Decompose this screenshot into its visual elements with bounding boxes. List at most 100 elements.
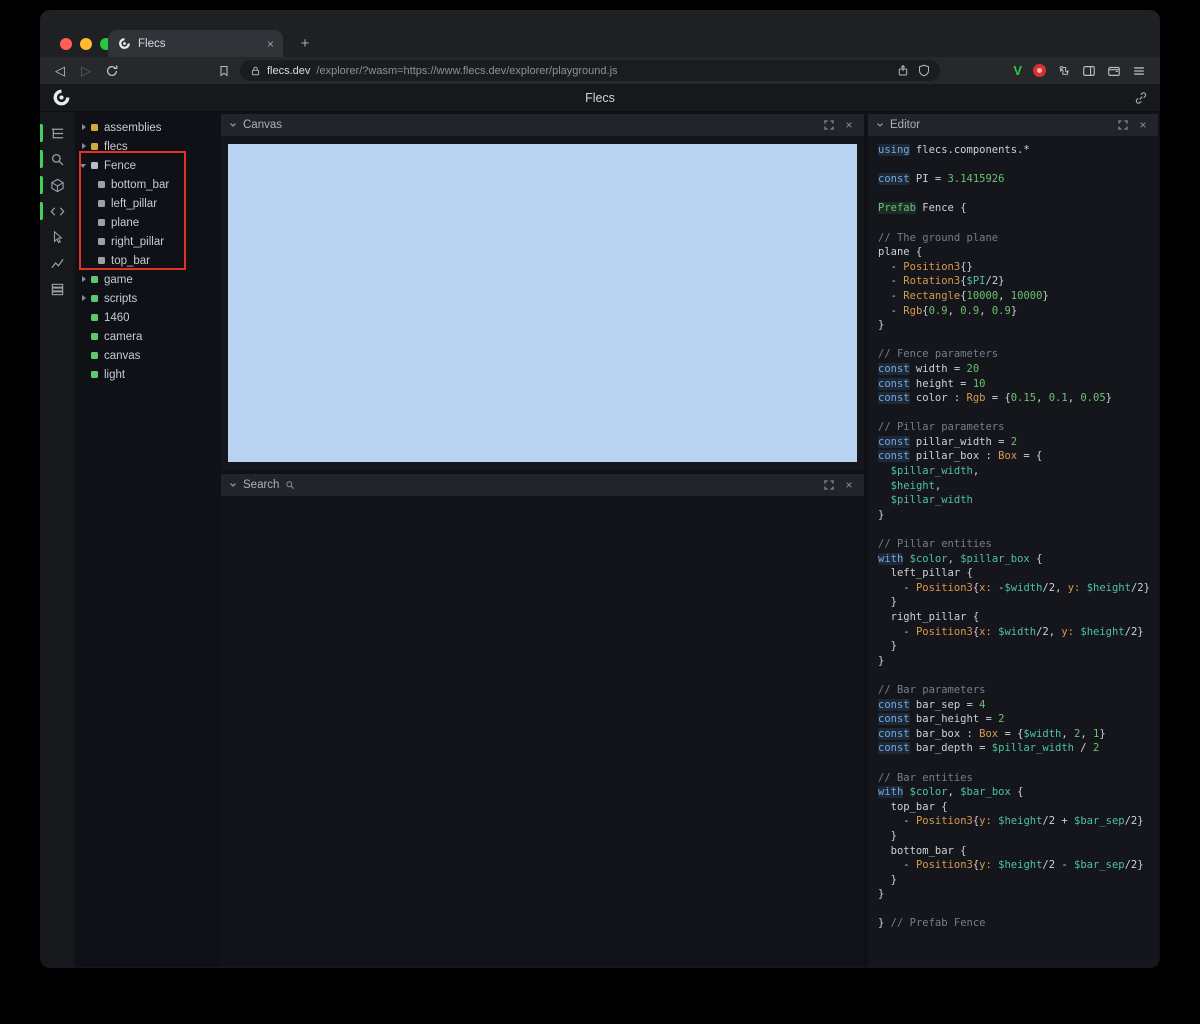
entity-square-icon	[91, 333, 98, 340]
app-header: Flecs	[40, 84, 1160, 112]
entity-square-icon	[98, 238, 105, 245]
canvas-pointer-icon[interactable]	[40, 224, 75, 250]
search-icon	[285, 480, 295, 490]
share-icon[interactable]	[897, 64, 909, 77]
collapse-chevron-icon[interactable]	[876, 121, 884, 129]
expand-icon[interactable]	[1116, 118, 1130, 132]
tree-expand-arrow-icon[interactable]	[80, 142, 89, 151]
search-panel-title: Search	[243, 479, 280, 491]
address-bar[interactable]: flecs.dev/explorer/?wasm=https://www.fle…	[240, 60, 940, 81]
close-icon[interactable]: ×	[842, 118, 856, 132]
tree-item-assemblies[interactable]: assemblies	[75, 118, 221, 137]
tree-item-bottom_bar[interactable]: bottom_bar	[75, 175, 221, 194]
tree-item-top_bar[interactable]: top_bar	[75, 251, 221, 270]
tree-item-camera[interactable]: camera	[75, 327, 221, 346]
browser-tab[interactable]: Flecs ×	[108, 30, 283, 57]
close-window-button[interactable]	[60, 38, 72, 50]
forward-icon[interactable]: ▷	[76, 64, 96, 77]
url-path: /explorer/?wasm=https://www.flecs.dev/ex…	[316, 64, 618, 77]
tree-item-label: bottom_bar	[111, 178, 170, 191]
red-extension-icon[interactable]	[1033, 64, 1046, 77]
tree-expand-arrow-icon[interactable]	[80, 275, 89, 284]
stats-chart-icon[interactable]	[40, 250, 75, 276]
canvas-3d-view[interactable]	[228, 144, 857, 462]
url-domain: flecs.dev	[267, 64, 311, 77]
tree-item-label: top_bar	[111, 254, 151, 267]
v-extension-icon[interactable]: V	[1013, 63, 1022, 78]
window-controls	[60, 38, 112, 50]
shield-icon[interactable]	[918, 64, 930, 77]
tree-item-label: light	[104, 368, 126, 381]
browser-toolbar: ◁ ▷ flecs.dev/explorer/?wasm=https://www…	[40, 57, 1160, 84]
search-panel: Search ×	[221, 474, 864, 967]
script-editor-icon[interactable]	[40, 198, 75, 224]
memory-icon[interactable]	[40, 276, 75, 302]
tree-item-label: left_pillar	[111, 197, 158, 210]
tree-item-1460[interactable]: 1460	[75, 308, 221, 327]
bookmark-icon[interactable]	[214, 64, 234, 78]
entity-tree: assemblies flecs Fence bottom_bar left_pilla…	[75, 112, 221, 967]
tab-close-icon[interactable]: ×	[267, 37, 274, 51]
wallet-icon[interactable]	[1107, 64, 1121, 78]
collapse-chevron-icon[interactable]	[229, 481, 237, 489]
canvas-panel-title: Canvas	[243, 119, 282, 131]
back-icon[interactable]: ◁	[50, 64, 70, 77]
tree-item-light[interactable]: light	[75, 365, 221, 384]
center-column: Canvas × Search ×	[221, 114, 864, 967]
tree-item-label: plane	[111, 216, 140, 229]
entity-inspector-icon[interactable]	[40, 172, 75, 198]
entity-square-icon	[91, 371, 98, 378]
tree-arrow-spacer	[80, 351, 89, 360]
lock-icon	[250, 65, 261, 77]
tree-item-scripts[interactable]: scripts	[75, 289, 221, 308]
entity-square-icon	[91, 124, 98, 131]
editor-code[interactable]: using flecs.components.* const PI = 3.14…	[868, 136, 1158, 967]
entity-square-icon	[91, 162, 98, 169]
entity-square-icon	[98, 200, 105, 207]
page-title: Flecs	[585, 90, 615, 105]
extensions-puzzle-icon[interactable]	[1057, 64, 1071, 78]
search-panel-body[interactable]	[221, 496, 864, 967]
canvas-panel-body	[221, 136, 864, 470]
entity-tree-icon[interactable]	[40, 120, 75, 146]
new-tab-button[interactable]: +	[296, 35, 314, 52]
entity-square-icon	[98, 181, 105, 188]
editor-panel-title: Editor	[890, 119, 921, 131]
tree-expand-arrow-icon[interactable]	[80, 123, 89, 132]
entity-square-icon	[91, 295, 98, 302]
tree-item-flecs[interactable]: flecs	[75, 137, 221, 156]
minimize-window-button[interactable]	[80, 38, 92, 50]
browser-window: Flecs × + ◁ ▷ flecs.dev/explorer/?wasm=h…	[40, 10, 1160, 968]
collapse-chevron-icon[interactable]	[229, 121, 237, 129]
tree-item-label: canvas	[104, 349, 141, 362]
tree-item-label: Fence	[104, 159, 136, 172]
app-body: assemblies flecs Fence bottom_bar left_pilla…	[40, 112, 1160, 967]
expand-icon[interactable]	[822, 478, 836, 492]
entity-square-icon	[91, 352, 98, 359]
close-icon[interactable]: ×	[1136, 118, 1150, 132]
entity-square-icon	[98, 219, 105, 226]
reload-icon[interactable]	[102, 64, 122, 78]
menu-icon[interactable]	[1132, 64, 1146, 78]
canvas-panel-header: Canvas ×	[221, 114, 864, 136]
tree-expand-arrow-icon[interactable]	[80, 161, 89, 170]
tree-item-game[interactable]: game	[75, 270, 221, 289]
tree-item-right_pillar[interactable]: right_pillar	[75, 232, 221, 251]
tab-strip: Flecs × +	[40, 10, 1160, 57]
expand-icon[interactable]	[822, 118, 836, 132]
editor-panel-header: Editor ×	[868, 114, 1158, 136]
left-iconbar	[40, 112, 75, 967]
query-search-icon[interactable]	[40, 146, 75, 172]
entity-square-icon	[98, 257, 105, 264]
canvas-panel: Canvas ×	[221, 114, 864, 470]
tree-item-plane[interactable]: plane	[75, 213, 221, 232]
tree-item-canvas[interactable]: canvas	[75, 346, 221, 365]
tree-item-Fence[interactable]: Fence	[75, 156, 221, 175]
tree-item-label: 1460	[104, 311, 130, 324]
tree-expand-arrow-icon[interactable]	[80, 294, 89, 303]
entity-square-icon	[91, 314, 98, 321]
tree-item-label: assemblies	[104, 121, 162, 134]
sidebar-toggle-icon[interactable]	[1082, 64, 1096, 78]
tree-item-left_pillar[interactable]: left_pillar	[75, 194, 221, 213]
close-icon[interactable]: ×	[842, 478, 856, 492]
